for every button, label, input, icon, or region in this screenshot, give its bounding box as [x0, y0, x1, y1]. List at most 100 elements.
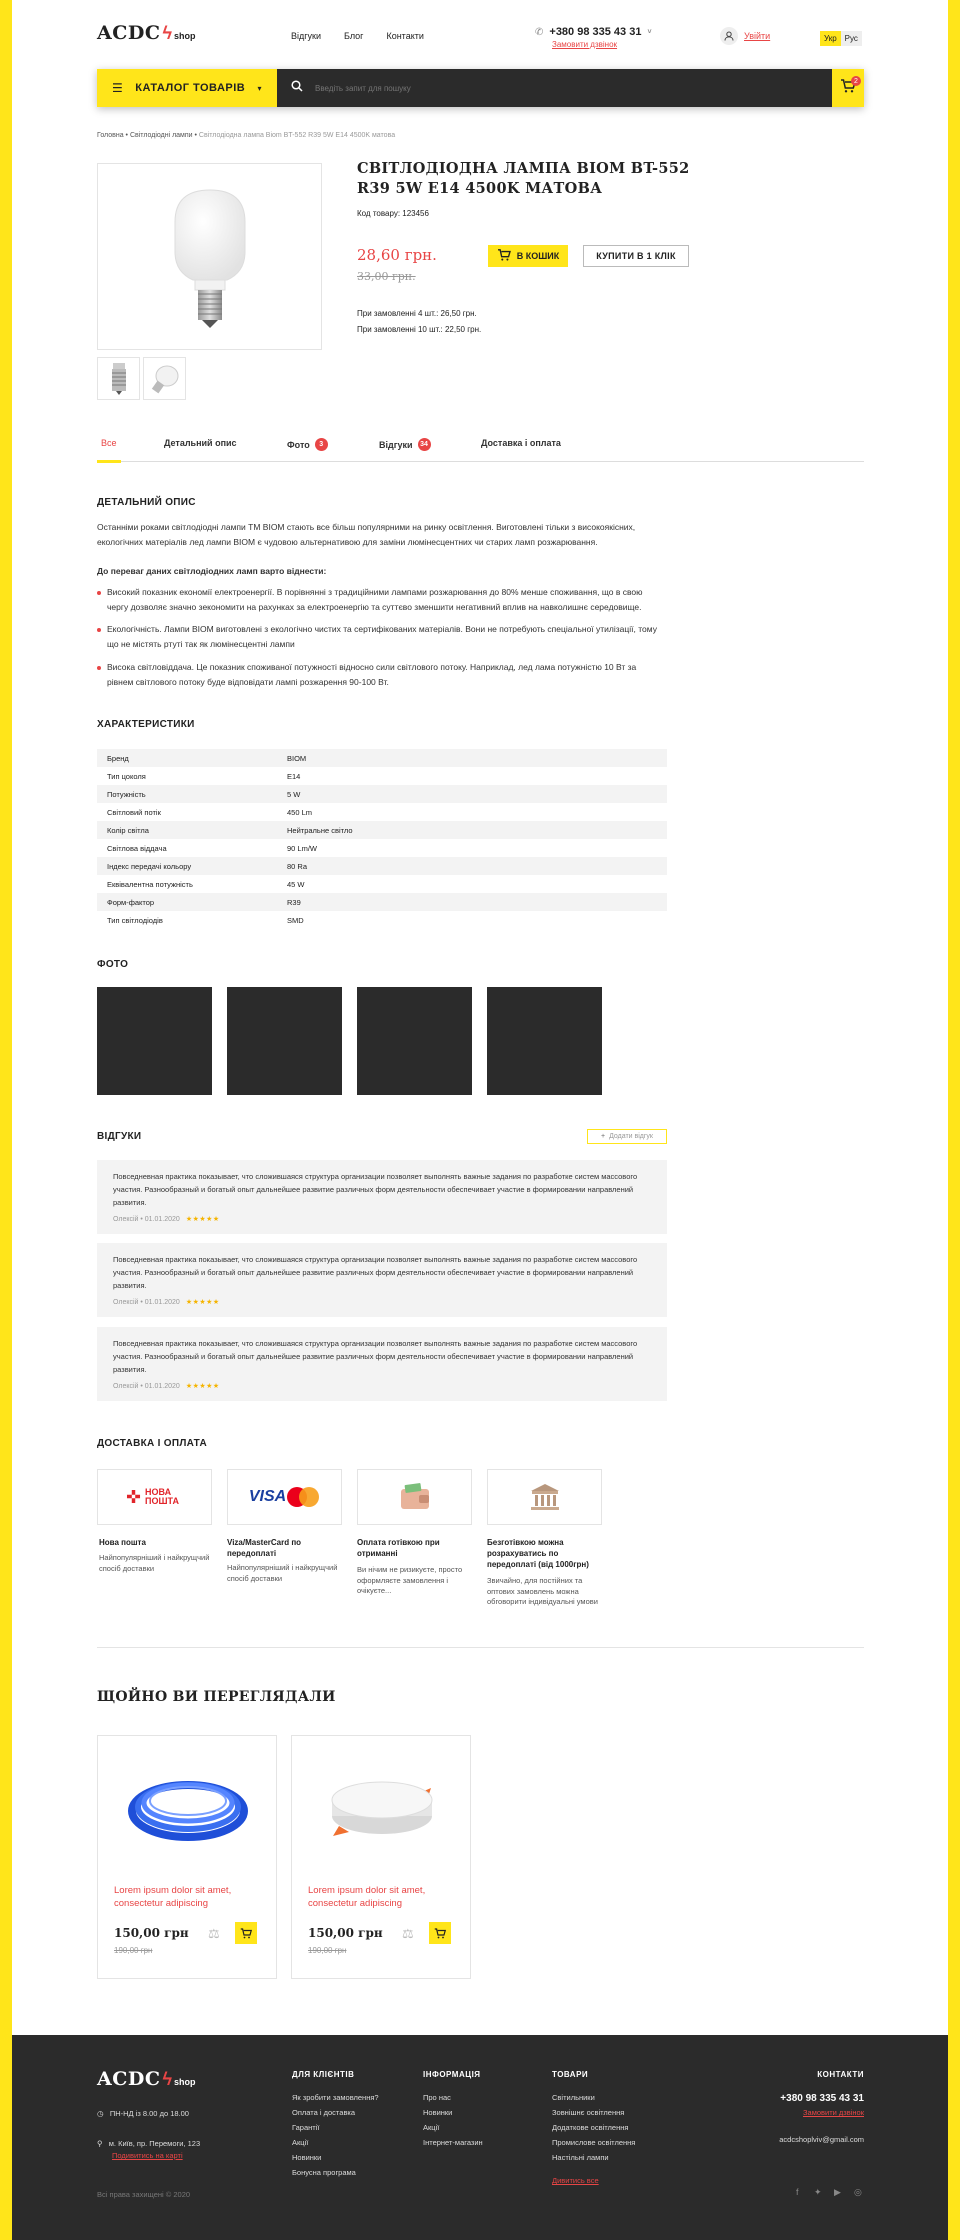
footer: ACDC ϟ shop ◷ ПН-НД із 8.00 до 18.00 ⚲ м…	[12, 2035, 948, 2240]
photo-item[interactable]	[487, 987, 602, 1095]
compare-icon[interactable]: ⚖	[208, 1926, 220, 1942]
footer-link[interactable]: Про нас	[423, 2093, 451, 2102]
logo-sub: shop	[174, 31, 196, 41]
footer-link[interactable]: Як зробити замовлення?	[292, 2093, 379, 2102]
search-icon[interactable]	[291, 80, 303, 95]
tab-count-badge: 34	[417, 438, 431, 451]
spec-value: 45 W	[287, 879, 305, 889]
buy-one-click-button[interactable]: КУПИТИ В 1 КЛІК	[583, 245, 689, 267]
tab-photo[interactable]: Фото 3	[287, 438, 328, 451]
footer-see-all-link[interactable]: Дивитись все	[552, 2176, 599, 2185]
delivery-title: Viza/MasterCard по передоплаті	[227, 1538, 302, 1558]
product-tabs: Все Детальний опис Фото 3 Відгуки 34 Доста…	[97, 430, 864, 463]
footer-email[interactable]: acdcshoplviv@gmail.com	[779, 2135, 864, 2144]
add-to-cart-button[interactable]	[235, 1922, 257, 1944]
footer-link[interactable]: Акції	[423, 2123, 439, 2132]
section-heading: ВІДГУКИ	[97, 1131, 142, 1142]
product-main-image[interactable]	[97, 163, 322, 350]
nav-reviews[interactable]: Відгуки	[291, 31, 321, 41]
facebook-icon[interactable]: f	[796, 2187, 799, 2197]
product-card-old-price: 190,00 грн	[114, 1946, 153, 1955]
thumbnail[interactable]	[143, 357, 186, 400]
nav-contacts[interactable]: Контакти	[386, 31, 423, 41]
top-nav: Відгуки Блог Контакти	[291, 31, 424, 41]
spec-row: Колір світла Нейтральне світло	[97, 821, 667, 839]
advantage-item: Екологічність. Лампи BIOM виготовлені з …	[97, 622, 657, 652]
add-to-cart-label: В КОШИК	[516, 251, 560, 261]
advantage-item: Висока світловіддача. Це показник спожив…	[97, 660, 657, 690]
product-card[interactable]: Lorem ipsum dolor sit amet, consectetur …	[97, 1735, 277, 1979]
cart-icon	[497, 249, 511, 263]
rating-stars: ★★★★★	[185, 1383, 220, 1390]
product-card[interactable]: Lorem ipsum dolor sit amet, consectetur …	[291, 1735, 471, 1979]
footer-link[interactable]: Інтернет-магазин	[423, 2138, 483, 2147]
spec-row: Еквівалентна потужність 45 W	[97, 875, 667, 893]
site-logo[interactable]: ACDC ϟ shop	[97, 22, 196, 44]
photo-item[interactable]	[227, 987, 342, 1095]
cart-button[interactable]: 2	[832, 69, 864, 107]
footer-link[interactable]: Додаткове освітлення	[552, 2123, 628, 2132]
breadcrumb-home[interactable]: Головна	[97, 132, 124, 139]
spec-value: Нейтральне світло	[287, 825, 353, 835]
footer-link[interactable]: Акції	[292, 2138, 308, 2147]
spec-value: 90 Lm/W	[287, 843, 318, 853]
breadcrumb-category[interactable]: Світлодіодні лампи	[130, 132, 193, 139]
section-heading: ХАРАКТЕРИСТИКИ	[97, 719, 195, 730]
review-author: Олексій • 01.01.2020	[113, 1382, 180, 1390]
footer-link[interactable]: Настільні лампи	[552, 2153, 609, 2162]
search-input[interactable]	[315, 77, 825, 99]
footer-link[interactable]: Світильники	[552, 2093, 595, 2102]
footer-heading: ІНФОРМАЦІЯ	[423, 2070, 481, 2079]
nav-blog[interactable]: Блог	[344, 31, 363, 41]
compare-icon[interactable]: ⚖	[402, 1926, 414, 1942]
spec-value: BIOM	[287, 753, 307, 763]
chevron-down-icon[interactable]: ˅	[647, 29, 651, 36]
footer-logo[interactable]: ACDC ϟ shop	[97, 2068, 196, 2090]
map-link[interactable]: Подивитись на карті	[112, 2151, 183, 2160]
lang-ukr[interactable]: Укр	[820, 31, 841, 46]
bulk-price: При замовленні 10 шт.: 22,50 грн.	[357, 325, 482, 334]
login-link[interactable]: Увійти	[720, 27, 770, 45]
plus-icon: +	[600, 1133, 606, 1140]
twitter-icon[interactable]: ✦	[814, 2187, 822, 2198]
spec-key: Індекс передачі кольору	[107, 861, 192, 871]
footer-link[interactable]: Зовнішнє освітлення	[552, 2108, 624, 2117]
add-review-button[interactable]: + Додати відгук	[587, 1129, 667, 1144]
spec-value: 80 Ra	[287, 861, 308, 871]
footer-phone[interactable]: +380 98 335 43 31	[780, 2093, 864, 2104]
tab-delivery[interactable]: Доставка і оплата	[481, 438, 561, 448]
footer-link[interactable]: Новинки	[292, 2153, 321, 2162]
instagram-icon[interactable]: ◎	[854, 2187, 862, 2198]
tab-reviews[interactable]: Відгуки 34	[379, 438, 431, 451]
lang-rus[interactable]: Рус	[840, 31, 862, 46]
tab-all[interactable]: Все	[101, 438, 117, 448]
thumbnail[interactable]	[97, 357, 140, 400]
review-item: Повседневная практика показывает, что сл…	[97, 1243, 667, 1317]
photo-item[interactable]	[97, 987, 212, 1095]
footer-link[interactable]: Оплата і доставка	[292, 2108, 355, 2117]
address-text: м. Київ, пр. Перемоги, 123	[108, 2139, 201, 2148]
active-tab-indicator	[97, 460, 121, 463]
catalog-button[interactable]: ☰ КАТАЛОГ ТОВАРІВ ▾	[97, 69, 277, 107]
chevron-down-icon: ▾	[257, 83, 262, 93]
header-phone[interactable]: +380 98 335 43 31	[549, 26, 641, 38]
footer-link[interactable]: Бонусна програма	[292, 2168, 356, 2177]
add-to-cart-button[interactable]: В КОШИК	[488, 245, 568, 267]
footer-link[interactable]: Новинки	[423, 2108, 452, 2117]
review-text: Повседневная практика показывает, что сл…	[113, 1172, 638, 1207]
product-card-name[interactable]: Lorem ipsum dolor sit amet, consectetur …	[114, 1884, 264, 1910]
product-card-name[interactable]: Lorem ipsum dolor sit amet, consectetur …	[308, 1884, 458, 1910]
delivery-title: Безготівкою можна розрахуватись по перед…	[487, 1538, 589, 1569]
add-to-cart-button[interactable]	[429, 1922, 451, 1944]
footer-link[interactable]: Гарантії	[292, 2123, 319, 2132]
tab-description[interactable]: Детальний опис	[164, 438, 237, 448]
tab-label: Все	[101, 438, 117, 448]
footer-link[interactable]: Промислове освітлення	[552, 2138, 635, 2147]
callback-link[interactable]: Замовити дзвінок	[552, 40, 652, 49]
photo-item[interactable]	[357, 987, 472, 1095]
youtube-icon[interactable]: ▶	[834, 2187, 841, 2198]
footer-callback-link[interactable]: Замовити дзвінок	[803, 2108, 864, 2117]
logo-text: ACDC	[97, 22, 161, 44]
review-item: Повседневная практика показывает, что сл…	[97, 1327, 667, 1401]
bulb-thumbnail-image	[151, 365, 178, 393]
